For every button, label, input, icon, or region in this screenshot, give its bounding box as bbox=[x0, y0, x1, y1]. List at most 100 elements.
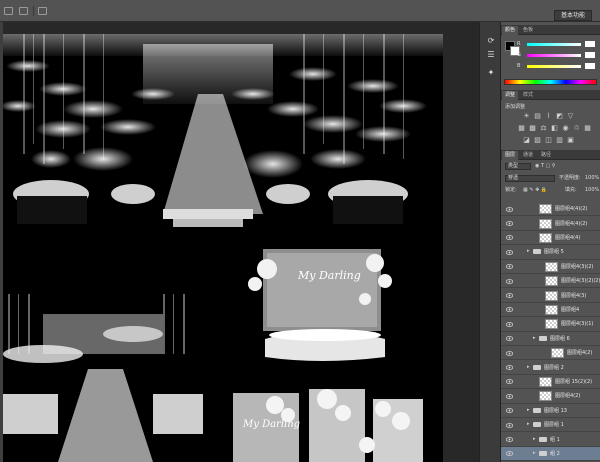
folder-icon bbox=[539, 450, 547, 456]
visibility-eye-icon[interactable] bbox=[505, 206, 514, 212]
layer-thumbnail bbox=[539, 376, 552, 387]
layer-row[interactable]: 图层组4(3)(2) bbox=[501, 260, 600, 274]
visibility-eye-icon[interactable] bbox=[505, 321, 514, 327]
hue-icon[interactable]: ▩ bbox=[529, 125, 536, 132]
layer-group-row[interactable]: ▸ 组 2 bbox=[501, 446, 600, 462]
visibility-eye-icon[interactable] bbox=[505, 235, 514, 241]
properties-icon[interactable]: ☰ bbox=[486, 50, 496, 59]
levels-icon[interactable]: ▤ bbox=[534, 113, 541, 120]
fill-value[interactable]: 100% bbox=[585, 187, 599, 194]
expand-caret-icon[interactable]: ▸ bbox=[533, 450, 536, 456]
layer-align-icon[interactable] bbox=[4, 7, 13, 15]
layer-row[interactable]: 图层组4(2) bbox=[501, 346, 600, 361]
balance-icon[interactable]: ⚖ bbox=[540, 125, 547, 132]
document-canvas[interactable]: My Darling My Darling bbox=[3, 34, 443, 462]
blend-mode-select[interactable]: 穿透 bbox=[505, 175, 555, 182]
blue-slider[interactable]: B bbox=[517, 63, 597, 70]
visibility-eye-icon[interactable] bbox=[505, 365, 514, 370]
layer-name: 图层组4(2) bbox=[555, 393, 581, 400]
visibility-eye-icon[interactable] bbox=[505, 393, 514, 399]
visibility-eye-icon[interactable] bbox=[505, 408, 514, 414]
auto-align-icon[interactable] bbox=[38, 7, 47, 15]
layer-row[interactable]: 图层组4(3) bbox=[501, 288, 600, 303]
layer-controls: 类型 ◉ T ▢ ⚲ 穿透 不透明度: 100% 锁定: ▦ ✎ ✥ 🔒 填充:… bbox=[501, 162, 600, 202]
layer-row[interactable]: 图层组4(4) bbox=[501, 231, 600, 246]
color-spectrum[interactable] bbox=[504, 79, 597, 85]
visibility-eye-icon[interactable] bbox=[505, 264, 514, 270]
layer-row[interactable]: 图层组4 bbox=[501, 303, 600, 318]
kind-filter-select[interactable]: 类型 bbox=[505, 163, 531, 170]
gradient-map-icon[interactable]: ▥ bbox=[556, 137, 563, 144]
exposure-icon[interactable]: ◩ bbox=[556, 113, 563, 120]
tab-paths[interactable]: 路径 bbox=[538, 151, 554, 159]
info-icon[interactable]: ✦ bbox=[486, 68, 496, 77]
layer-group-row[interactable]: ▸ 组 1 bbox=[501, 432, 600, 447]
visibility-eye-icon[interactable] bbox=[505, 350, 514, 356]
layer-group-row[interactable]: ▸ 图层组 2 bbox=[501, 360, 600, 375]
visibility-eye-icon[interactable] bbox=[505, 249, 514, 255]
selective-color-icon[interactable]: ▣ bbox=[567, 137, 574, 144]
expand-caret-icon[interactable]: ▸ bbox=[527, 248, 530, 254]
folder-icon bbox=[539, 335, 547, 341]
expand-caret-icon[interactable]: ▸ bbox=[533, 335, 536, 341]
layer-row[interactable]: 图层组 15(2)(2) bbox=[501, 375, 600, 390]
visibility-eye-icon[interactable] bbox=[505, 379, 514, 385]
layer-group-row[interactable]: ▸ 图层组 13 bbox=[501, 404, 600, 418]
options-bar: 基本功能 bbox=[0, 0, 600, 22]
visibility-eye-icon[interactable] bbox=[505, 293, 514, 298]
tab-swatches[interactable]: 色板 bbox=[520, 26, 536, 34]
tab-channels[interactable]: 通道 bbox=[520, 151, 536, 159]
brightness-icon[interactable]: ☀ bbox=[523, 113, 530, 120]
layer-group-row[interactable]: ▸ 图层组 5 bbox=[501, 245, 600, 260]
distribute-icon[interactable] bbox=[19, 7, 28, 15]
invert-icon[interactable]: ◪ bbox=[523, 137, 530, 144]
tab-styles[interactable]: 样式 bbox=[520, 91, 536, 99]
layer-row[interactable]: 图层组4(3)(2)(2) bbox=[501, 274, 600, 289]
workspace-switcher[interactable]: 基本功能 bbox=[554, 10, 592, 21]
bw-icon[interactable]: ◧ bbox=[551, 125, 558, 132]
layer-group-row[interactable]: ▸ 图层组 1 bbox=[501, 418, 600, 433]
visibility-eye-icon[interactable] bbox=[505, 221, 514, 226]
layer-row[interactable]: 图层组4(2) bbox=[501, 389, 600, 404]
layer-row[interactable]: 图层组4(4)(2) bbox=[501, 202, 600, 217]
lookup-icon[interactable]: ▦ bbox=[584, 125, 591, 132]
expand-caret-icon[interactable]: ▸ bbox=[527, 421, 530, 427]
triangle-icon[interactable]: ▽ bbox=[567, 113, 574, 120]
tab-layers[interactable]: 图层 bbox=[502, 151, 519, 160]
visibility-eye-icon[interactable] bbox=[505, 422, 514, 428]
layer-name: 组 2 bbox=[550, 450, 560, 457]
canvas-area[interactable]: My Darling My Darling bbox=[3, 22, 479, 462]
channel-mixer-icon[interactable]: ♲ bbox=[573, 125, 580, 132]
threshold-icon[interactable]: ◫ bbox=[545, 137, 552, 144]
visibility-eye-icon[interactable] bbox=[505, 307, 514, 313]
opacity-value[interactable]: 100% bbox=[585, 175, 599, 182]
layer-name: 图层组 5 bbox=[544, 249, 564, 256]
folder-icon bbox=[533, 249, 541, 255]
layer-thumbnail bbox=[545, 304, 558, 315]
expand-caret-icon[interactable]: ▸ bbox=[533, 436, 536, 442]
visibility-eye-icon[interactable] bbox=[505, 451, 514, 457]
layer-row[interactable]: 图层组4(3)(1) bbox=[501, 317, 600, 332]
wedding-stage-render-1 bbox=[3, 34, 443, 234]
visibility-eye-icon[interactable] bbox=[505, 336, 514, 342]
layer-row[interactable]: 图层组4(4)(2) bbox=[501, 216, 600, 231]
posterize-icon[interactable]: ▨ bbox=[534, 137, 541, 144]
curves-icon[interactable]: ⌇ bbox=[545, 113, 552, 120]
expand-caret-icon[interactable]: ▸ bbox=[527, 407, 530, 413]
visibility-eye-icon[interactable] bbox=[505, 437, 514, 442]
photo-filter-icon[interactable]: ◉ bbox=[562, 125, 569, 132]
vibrance-icon[interactable]: ▦ bbox=[518, 125, 525, 132]
layer-group-row[interactable]: ▸ 图层组 6 bbox=[501, 332, 600, 346]
red-slider[interactable]: R bbox=[517, 41, 597, 48]
collapsed-panel-dock: ⟳ ☰ ✦ bbox=[479, 22, 501, 462]
filter-icons[interactable]: ◉ T ▢ ⚲ bbox=[535, 163, 556, 170]
visibility-eye-icon[interactable] bbox=[505, 278, 514, 284]
history-icon[interactable]: ⟳ bbox=[486, 36, 496, 45]
expand-caret-icon[interactable]: ▸ bbox=[527, 364, 530, 370]
tab-color[interactable]: 颜色 bbox=[502, 26, 519, 35]
layer-list[interactable]: 图层组4(4)(2) 图层组4(4)(2) 图层组4(4) ▸ 图层组 5 图层组4(3)… bbox=[501, 202, 600, 462]
green-slider[interactable]: G bbox=[517, 52, 597, 59]
tab-adjustments[interactable]: 调整 bbox=[502, 91, 519, 100]
folder-icon bbox=[539, 436, 547, 442]
lock-icons[interactable]: ▦ ✎ ✥ 🔒 bbox=[523, 187, 547, 194]
